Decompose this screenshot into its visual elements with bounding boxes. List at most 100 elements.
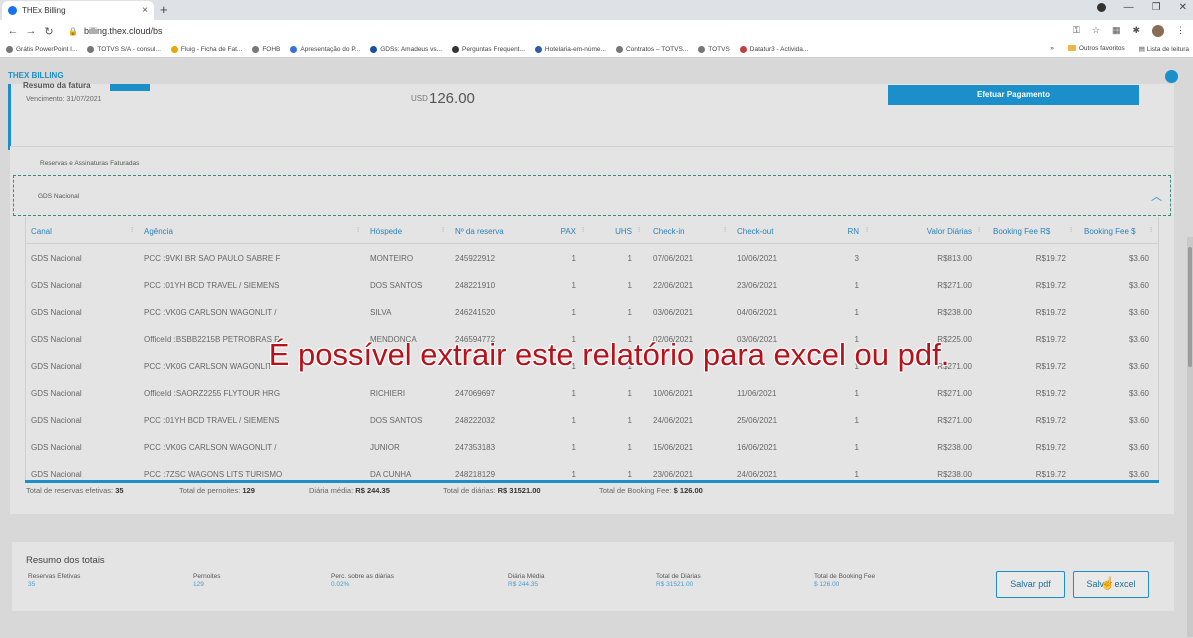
- column-separator[interactable]: ⁝: [1150, 226, 1152, 234]
- column-separator[interactable]: ⁝: [131, 226, 133, 234]
- bookmarks-bar: Grátis PowerPoint I... TOTVS S/A - consu…: [0, 42, 1193, 58]
- column-separator[interactable]: ⁝: [357, 226, 359, 234]
- column-separator[interactable]: ⁝: [866, 226, 868, 234]
- diaria-media: Diária média: R$ 244.35: [309, 486, 390, 495]
- column-header-hospede[interactable]: Hóspede: [370, 227, 402, 236]
- column-header-reserva[interactable]: Nº da reserva: [455, 227, 504, 236]
- bookmarks-more-button[interactable]: »: [1050, 45, 1054, 53]
- close-window-icon[interactable]: ✕: [1179, 2, 1187, 13]
- column-header-booking-fee-brl[interactable]: Booking Fee R$: [993, 227, 1050, 236]
- browser-tab[interactable]: THEx Billing ×: [2, 1, 154, 20]
- bookmark-item[interactable]: Grátis PowerPoint I...: [6, 46, 77, 53]
- reload-icon[interactable]: ↻: [40, 25, 58, 38]
- cell-checkout: 16/06/2021: [737, 443, 778, 452]
- column-separator[interactable]: ⁝: [638, 226, 640, 234]
- table-row[interactable]: GDS Nacional PCC :01YH BCD TRAVEL / SIEME…: [26, 406, 1158, 433]
- table-row[interactable]: GDS Nacional OfficeId :SAORZ2255 FLYTOUR …: [26, 379, 1158, 406]
- column-header-pax[interactable]: PAX: [526, 227, 576, 236]
- table-row[interactable]: GDS Nacional PCC :7ZSC WAGONS LITS TURISM…: [26, 460, 1158, 481]
- pay-button[interactable]: Efetuar Pagamento: [888, 85, 1139, 105]
- tab-title: THEx Billing: [22, 6, 66, 15]
- mouse-cursor-icon: ☝: [1100, 576, 1115, 590]
- minimize-icon[interactable]: —: [1124, 2, 1134, 13]
- column-header-agencia[interactable]: Agência: [144, 227, 173, 236]
- page-scrollbar[interactable]: [1187, 237, 1193, 637]
- cell-uhs: 1: [627, 443, 632, 452]
- cell-checkin: 23/06/2021: [653, 470, 694, 479]
- cell-pax: 1: [571, 443, 576, 452]
- cell-uhs: 1: [627, 308, 632, 317]
- cell-agencia: PCC :01YH BCD TRAVEL / SIEMENS: [144, 416, 280, 425]
- group-gds-nacional[interactable]: GDS Nacional ︿: [13, 175, 1171, 216]
- user-menu-icon[interactable]: [1165, 70, 1178, 83]
- cell-rn: 1: [854, 416, 859, 425]
- star-icon[interactable]: ☆: [1092, 25, 1100, 37]
- bookmark-item[interactable]: FOHB: [252, 46, 280, 53]
- column-separator[interactable]: ⁝: [442, 226, 444, 234]
- bookmark-item[interactable]: Fluig - Ficha de Fat...: [170, 46, 242, 53]
- column-header-valor-diarias[interactable]: Valor Diárias: [876, 227, 972, 236]
- column-separator[interactable]: ⁝: [1070, 226, 1072, 234]
- amount-currency: USD: [411, 94, 428, 103]
- cell-booking-fee-usd: $3.60: [1128, 470, 1149, 479]
- table-row[interactable]: GDS Nacional PCC :VK0G CARLSON WAGONLIT /…: [26, 298, 1158, 325]
- cell-hospede: RICHIERI: [370, 389, 406, 398]
- menu-icon[interactable]: ⋮: [1176, 25, 1185, 37]
- table-row[interactable]: GDS Nacional PCC :9VKI BR SAO PAULO SABRE…: [26, 244, 1158, 271]
- profile-avatar[interactable]: [1152, 25, 1164, 37]
- column-header-booking-fee-usd[interactable]: Booking Fee $: [1084, 227, 1136, 236]
- new-tab-button[interactable]: +: [160, 2, 168, 17]
- cell-booking-fee-usd: $3.60: [1128, 254, 1149, 263]
- column-header-uhs[interactable]: UHS: [584, 227, 632, 236]
- cell-uhs: 1: [627, 416, 632, 425]
- column-separator[interactable]: ⁝: [724, 226, 726, 234]
- cell-checkout: 23/06/2021: [737, 281, 778, 290]
- table-row[interactable]: GDS Nacional PCC :VK0G CARLSON WAGONLIT /…: [26, 433, 1158, 460]
- cell-valor-diarias: R$271.00: [937, 416, 972, 425]
- column-header-checkin[interactable]: Check-in: [653, 227, 685, 236]
- column-header-canal[interactable]: Canal: [31, 227, 52, 236]
- cell-booking-fee-brl: R$19.72: [1035, 443, 1066, 452]
- puzzle-icon[interactable]: ✱: [1132, 25, 1140, 37]
- cell-booking-fee-usd: $3.60: [1128, 308, 1149, 317]
- totals-summary-panel: Resumo dos totais Reservas Efetivas 35 Pe…: [12, 542, 1174, 611]
- table-scroll-indicator: [25, 480, 1159, 483]
- reading-list[interactable]: ▤ Lista de leitura: [1139, 45, 1189, 53]
- forward-icon[interactable]: →: [22, 25, 40, 38]
- column-separator[interactable]: ⁝: [582, 226, 584, 234]
- extension-icon[interactable]: ▦: [1112, 25, 1121, 37]
- close-tab-icon[interactable]: ×: [142, 5, 148, 16]
- bookmark-item[interactable]: Apresentação do P...: [290, 46, 360, 53]
- cell-canal: GDS Nacional: [31, 308, 82, 317]
- url-field[interactable]: 🔒 billing.thex.cloud/bs: [68, 26, 163, 36]
- chevron-up-icon[interactable]: ︿: [1151, 188, 1162, 204]
- bookmark-item[interactable]: Hotelaria-em-núme...: [534, 46, 606, 53]
- cell-pax: 1: [571, 416, 576, 425]
- bookmark-item[interactable]: TOTVS: [698, 46, 730, 53]
- cell-agencia: PCC :01YH BCD TRAVEL / SIEMENS: [144, 281, 280, 290]
- bookmark-item[interactable]: Datatur3 - Activida...: [739, 46, 808, 53]
- bookmark-item[interactable]: Contratos – TOTVS...: [615, 46, 688, 53]
- bookmark-item[interactable]: GDSs: Amadeus vs...: [370, 46, 442, 53]
- bookmark-item[interactable]: Perguntas Frequent...: [452, 46, 525, 53]
- restore-icon[interactable]: ❐: [1152, 2, 1161, 13]
- cell-checkout: 11/06/2021: [737, 389, 777, 398]
- bookmark-icon: [739, 46, 747, 53]
- bookmark-icon: [87, 46, 95, 53]
- back-icon[interactable]: ←: [4, 25, 22, 38]
- column-header-rn[interactable]: RN: [806, 227, 859, 236]
- cell-agencia: OfficeId :SAORZ2255 FLYTOUR HRG: [144, 389, 281, 398]
- column-header-checkout[interactable]: Check-out: [737, 227, 773, 236]
- bookmark-item[interactable]: TOTVS S/A - consul...: [87, 46, 161, 53]
- save-pdf-button[interactable]: Salvar pdf: [996, 571, 1065, 598]
- cell-hospede: DOS SANTOS: [370, 416, 423, 425]
- cell-booking-fee-brl: R$19.72: [1035, 389, 1066, 398]
- cell-hospede: DOS SANTOS: [370, 281, 423, 290]
- other-favorites[interactable]: Outros favoritos: [1067, 45, 1125, 53]
- cell-rn: 1: [854, 443, 859, 452]
- cell-rn: 1: [854, 281, 859, 290]
- table-row[interactable]: GDS Nacional PCC :01YH BCD TRAVEL / SIEME…: [26, 271, 1158, 298]
- key-icon[interactable]: ⚿: [1073, 25, 1080, 37]
- column-separator[interactable]: ⁝: [978, 226, 980, 234]
- video-caption: É possível extrair este relatório para e…: [268, 337, 950, 372]
